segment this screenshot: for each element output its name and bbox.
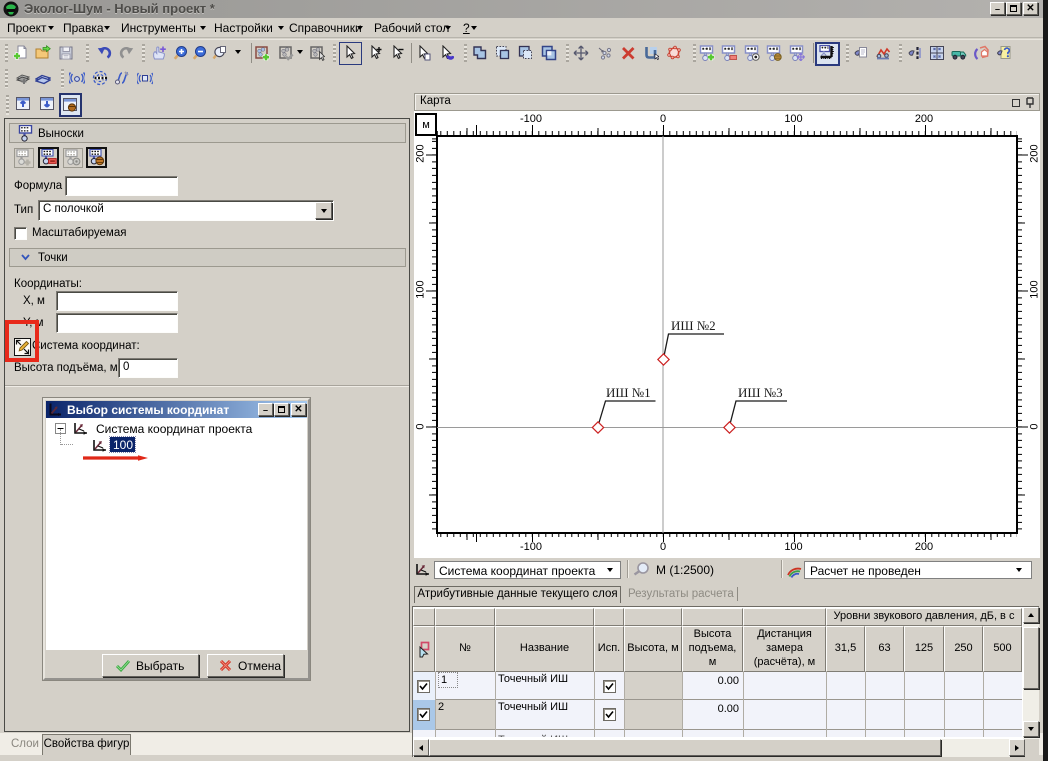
svg-text:ИШ №3: ИШ №3 bbox=[738, 385, 783, 400]
svg-text:ИШ №1: ИШ №1 bbox=[606, 385, 651, 400]
svg-text:ИШ №2: ИШ №2 bbox=[671, 318, 716, 333]
